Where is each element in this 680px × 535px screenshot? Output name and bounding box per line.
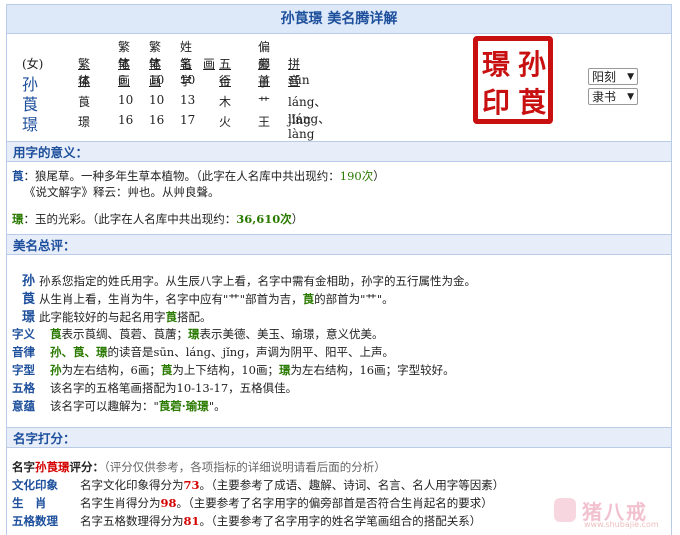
seal-char-1: 孙	[518, 48, 547, 81]
score-text: 名字五格数理得分为	[80, 514, 184, 528]
meaning-line-3: 璟：玉的光彩。（此字在人名库中共出现约：36,610次）	[12, 212, 304, 226]
section-header-meaning: 用字的意义：	[7, 141, 671, 162]
chevron-down-icon: ▼	[627, 72, 634, 82]
page-title: 孙莨璟 美名腾详解	[7, 5, 671, 34]
section-header-summary: 美名总评：	[7, 234, 671, 255]
char-cell: 璟	[22, 115, 39, 134]
bushou-cell: 子	[258, 75, 271, 89]
watermark-url: www.shubajie.com	[584, 520, 659, 529]
summary-zixing: 字型 孙为左右结构，6画；莨为上下结构，10画；璟为左右结构，16画；字型较好。	[12, 363, 455, 377]
wuxing-cell: 金	[219, 75, 232, 89]
simp-stroke-cell: 6	[118, 73, 126, 87]
pinyin-cell: jǐng	[288, 113, 311, 127]
summary-line-2: 莨从生肖上看，生肖为牛，名字中应有"艹"部首为吉，莨的部首为"艹"。	[22, 292, 394, 307]
score-value: 81	[183, 514, 200, 528]
trad-stroke-cell: 16	[149, 113, 165, 127]
score-text: 名字文化印象得分为	[80, 478, 184, 492]
score-row: 文化印象 名字文化印象得分为73。（主要参考了成语、趣解、诗词、名言、名人用字等因…	[12, 477, 504, 493]
meaning-line-2: 《说文解字》释云：艸也。从艸良聲。	[24, 185, 220, 199]
xmx-stroke-cell: 17	[180, 113, 196, 127]
score-text: 名字生肖得分为	[80, 496, 161, 510]
seal-char-3: 璟	[482, 48, 511, 81]
summary-wuge: 五格 该名字的五格笔画搭配为10-13-17，五格俱佳。	[12, 381, 298, 395]
score-value: 73	[183, 478, 200, 492]
head-xmx-hua: 画	[203, 57, 216, 71]
trad-stroke-cell: 10	[149, 73, 165, 87]
score-row: 五格数理 名字五格数理得分为81。（主要参考了名字用字的姓名学笔画组合的搭配关系）	[12, 513, 481, 529]
seal-char-2: 莨	[518, 86, 547, 119]
trad-cell: 莨	[78, 95, 91, 109]
xmx-stroke-cell: 13	[180, 93, 196, 107]
summary-line-1: 孙孙系您指定的姓氏用字。从生辰八字上看，名字中需有金相助，孙字的五行属性为金。	[22, 274, 477, 289]
seal-style-value: 阳刻	[592, 70, 617, 84]
bushou-cell: 王	[258, 115, 271, 129]
seal-style-select[interactable]: 阳刻 ▼	[588, 68, 638, 85]
score-value: 98	[160, 496, 177, 510]
wuxing-cell: 火	[219, 115, 232, 129]
summary-ziyi: 字义 莨表示莨绸、莨菪、莨蓎；璟表示美德、美玉、瑜璟，意义优美。	[12, 327, 384, 341]
name-seal-image: 孙 莨 璟 印	[473, 36, 553, 124]
head-gender: (女)	[22, 57, 44, 71]
bushou-cell: 艹	[258, 95, 271, 109]
simp-stroke-cell: 16	[118, 113, 134, 127]
score-label: 文化印象	[12, 478, 58, 492]
seal-font-select[interactable]: 隶书 ▼	[588, 88, 638, 105]
head-xmx-bi: 笔	[180, 57, 193, 71]
score-note: 。（主要参考了名字用字的偏旁部首是否符合生肖起名的要求）	[176, 496, 493, 510]
seal-char-4: 印	[482, 86, 511, 119]
trad-stroke-cell: 10	[149, 93, 165, 107]
summary-line-3: 璟此字能较好的与起名用字莨搭配。	[22, 310, 212, 325]
pig-icon	[554, 498, 576, 522]
score-note: 。（主要参考了名字用字的姓名学笔画组合的搭配关系）	[199, 514, 482, 528]
summary-yinlv: 音律 孙、莨、璟的读音是sūn、láng、jǐng，声调为阴平、阳平、上声。	[12, 345, 395, 359]
trad-cell: 孫	[78, 75, 91, 89]
wuxing-cell: 木	[219, 95, 232, 109]
section-header-score: 名字打分：	[7, 427, 671, 448]
xmx-stroke-cell: 10	[180, 73, 196, 87]
simp-stroke-cell: 10	[118, 93, 134, 107]
watermark-logo: 猪八戒 www.shubajie.com	[552, 494, 670, 532]
meaning-line-1: 莨：狼尾草。一种多年生草本植物。（此字在人名库中共出现约：190次）	[12, 169, 385, 183]
seal-font-value: 隶书	[592, 90, 617, 104]
score-label: 生 肖	[12, 496, 47, 510]
pinyin-cell: sūn	[288, 73, 310, 87]
score-intro: 名字孙莨璟评分：（评分仅供参考，各项指标的详细说明请看后面的分析）	[12, 460, 386, 474]
score-label: 五格数理	[12, 514, 58, 528]
score-row: 生 肖 名字生肖得分为98。（主要参考了名字用字的偏旁部首是否符合生肖起名的要求）	[12, 495, 493, 511]
trad-cell: 璟	[78, 115, 91, 129]
score-note: 。（主要参考了成语、趣解、诗词、名言、名人用字等因素）	[199, 478, 505, 492]
summary-yiyun: 意蕴 该名字可以趣解为："莨菪·瑜璟"。	[12, 399, 226, 413]
chevron-down-icon: ▼	[627, 92, 634, 102]
